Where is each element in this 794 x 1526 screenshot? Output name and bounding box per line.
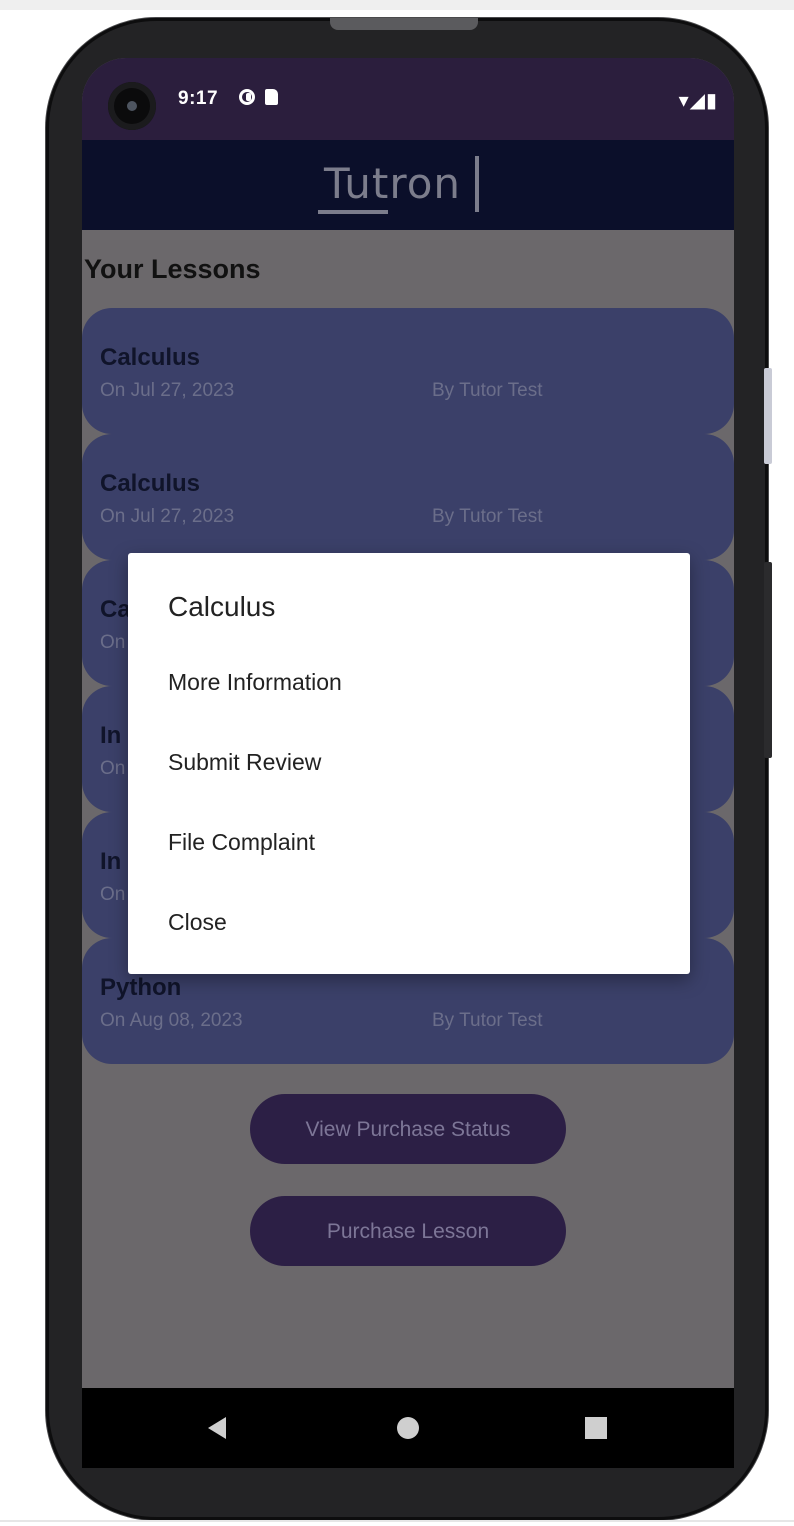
lesson-card[interactable]: Calculus On Jul 27, 2023 By Tutor Test	[82, 426, 734, 560]
app-logo-text: Tutron	[324, 159, 462, 208]
phone-side-button-lower	[764, 562, 772, 758]
lesson-subject: Ca	[100, 596, 131, 623]
lesson-date: On	[100, 884, 126, 905]
phone-speaker	[330, 18, 478, 30]
sd-card-icon	[265, 89, 278, 105]
logo-underline	[318, 210, 388, 214]
lesson-card[interactable]: Calculus On Jul 27, 2023 By Tutor Test	[82, 308, 734, 434]
back-icon[interactable]	[208, 1417, 226, 1439]
window-top-strip	[0, 0, 794, 10]
lesson-date: On	[100, 758, 126, 779]
view-purchase-status-button[interactable]: View Purchase Status	[250, 1094, 566, 1164]
lesson-subject: In	[100, 722, 122, 749]
lesson-date: On Jul 27, 2023	[100, 506, 235, 527]
lesson-tutor: By Tutor Test	[432, 1010, 543, 1031]
lesson-date: On Jul 27, 2023	[100, 380, 235, 401]
lesson-subject: Calculus	[100, 344, 201, 371]
lesson-subject: In	[100, 848, 122, 875]
recents-icon[interactable]	[585, 1417, 607, 1439]
phone-side-button-upper	[764, 368, 772, 464]
lesson-tutor: By Tutor Test	[432, 380, 543, 401]
file-complaint-option[interactable]: File Complaint	[168, 829, 315, 856]
lesson-subject: Python	[100, 974, 182, 1001]
front-camera-icon	[108, 82, 156, 130]
page-title: Your Lessons	[84, 254, 261, 284]
dialog-title: Calculus	[168, 591, 276, 622]
window-bottom-line	[0, 1520, 794, 1522]
logo-bracket	[475, 156, 480, 212]
lesson-date: On Aug 08, 2023	[100, 1010, 243, 1031]
app-bar: Tutron	[82, 140, 734, 230]
signal-battery-icons: ▾◢▮	[678, 90, 718, 112]
lesson-options-dialog: Calculus More Information Submit Review …	[128, 553, 690, 974]
more-information-option[interactable]: More Information	[168, 669, 342, 696]
data-saver-icon	[239, 89, 255, 105]
navigation-bar	[82, 1388, 734, 1468]
lesson-tutor: By Tutor Test	[432, 506, 543, 527]
lesson-date: On	[100, 632, 126, 653]
home-icon[interactable]	[397, 1417, 419, 1439]
purchase-lesson-button[interactable]: Purchase Lesson	[250, 1196, 566, 1266]
status-bar: 9:17 ▾◢▮	[82, 58, 734, 140]
close-option[interactable]: Close	[168, 909, 227, 936]
status-time: 9:17	[178, 88, 219, 109]
submit-review-option[interactable]: Submit Review	[168, 749, 321, 776]
lesson-subject: Calculus	[100, 470, 201, 497]
app-logo: Tutron	[318, 156, 480, 214]
